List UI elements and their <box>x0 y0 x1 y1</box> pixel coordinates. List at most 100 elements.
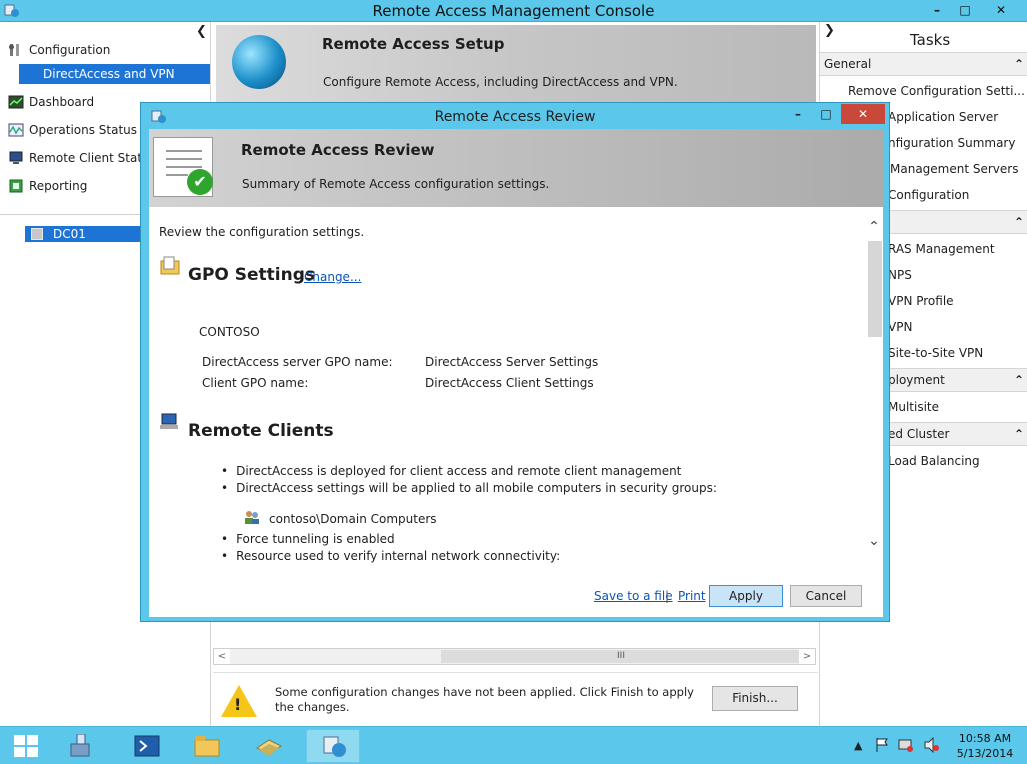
cancel-button[interactable]: Cancel <box>790 585 862 607</box>
save-to-file-link[interactable]: Save to a file <box>594 589 673 603</box>
gpo-row-label: Client GPO name: <box>202 376 309 390</box>
review-content: Review the configuration settings. GPO S… <box>149 207 865 563</box>
security-group-icon <box>245 511 259 524</box>
dialog-title: Remote Access Review <box>434 109 596 125</box>
remote-access-review-dialog: Remote Access Review – □ ✕ ✔ Remote Acce… <box>140 102 890 622</box>
nav-item-remote-client-status[interactable]: Remote Client Status <box>8 148 156 168</box>
nav-item-operations-status[interactable]: Operations Status <box>8 120 137 140</box>
banner-subtitle: Configure Remote Access, including Direc… <box>323 75 678 89</box>
dialog-footer: Save to a file | Print Apply Cancel <box>149 563 883 617</box>
dialog-header-subtitle: Summary of Remote Access configuration s… <box>242 177 550 191</box>
reporting-icon <box>9 179 23 193</box>
banner-title: Remote Access Setup <box>322 35 505 53</box>
checkmark-icon: ✔ <box>187 169 213 195</box>
window-title: Remote Access Management Console <box>372 2 655 20</box>
nav-item-dashboard[interactable]: Dashboard <box>8 92 94 112</box>
apply-button[interactable]: Apply <box>709 585 783 607</box>
task-link[interactable]: RAS Management <box>888 242 995 256</box>
scroll-left-icon[interactable]: < <box>214 649 230 664</box>
collapse-group-icon[interactable]: ⌃ <box>1014 211 1024 233</box>
task-link[interactable]: Load Balancing <box>888 454 980 468</box>
clock-time: 10:58 AM <box>958 732 1012 745</box>
scrollbar-thumb[interactable]: III <box>441 650 801 663</box>
nav-item-configuration[interactable]: Configuration <box>8 40 110 60</box>
task-link[interactable]: NPS <box>888 268 912 282</box>
nav-item-label: DirectAccess and VPN <box>43 67 175 81</box>
task-link[interactable]: Configuration <box>888 188 969 202</box>
clock-date: 5/13/2014 <box>956 747 1014 760</box>
taskbar-tools[interactable] <box>242 729 296 763</box>
nav-item-label: Configuration <box>29 43 111 57</box>
list-item: DirectAccess is deployed for client acce… <box>221 464 681 478</box>
dialog-title-bar: Remote Access Review – □ ✕ <box>141 103 889 129</box>
collapse-group-icon[interactable]: ⌃ <box>1014 369 1024 391</box>
collapse-group-icon[interactable]: ⌃ <box>1014 53 1024 75</box>
tasks-title: Tasks <box>910 31 951 49</box>
task-link[interactable]: Multisite <box>888 400 939 414</box>
remote-clients-icon <box>160 413 178 429</box>
scroll-right-icon[interactable]: > <box>799 649 815 664</box>
task-link[interactable]: VPN <box>888 320 912 334</box>
taskbar-remote-access[interactable] <box>306 729 360 763</box>
remote-client-status-icon <box>9 151 23 164</box>
network-icon[interactable] <box>898 737 914 753</box>
list-item: DirectAccess settings will be applied to… <box>221 481 717 495</box>
finish-button[interactable]: Finish... <box>712 686 798 711</box>
remote-access-icon <box>323 736 346 757</box>
dialog-maximize-button[interactable]: □ <box>813 104 839 124</box>
main-title-bar: Remote Access Management Console – □ ✕ <box>0 0 1027 22</box>
task-link[interactable]: nfiguration Summary <box>888 136 1015 150</box>
task-link[interactable]: Application Server <box>888 110 998 124</box>
task-link[interactable]: Management Servers <box>890 162 1018 176</box>
vertical-scrollbar[interactable]: ⌃ ⌄ <box>865 217 883 563</box>
nav-item-reporting[interactable]: Reporting <box>8 176 87 196</box>
dashboard-icon <box>8 95 24 109</box>
nav-item-label: Reporting <box>29 179 88 193</box>
show-hidden-icons-icon[interactable]: ▲ <box>854 739 862 752</box>
list-item: Force tunneling is enabled <box>221 532 395 546</box>
start-button[interactable] <box>14 735 40 759</box>
action-center-flag-icon[interactable] <box>874 737 890 753</box>
domain-name: CONTOSO <box>199 325 260 339</box>
tasks-group-label: ployment <box>888 373 945 387</box>
dialog-close-button[interactable]: ✕ <box>841 104 885 124</box>
task-link[interactable]: Site-to-Site VPN <box>888 346 983 360</box>
task-link[interactable]: Remove Configuration Setti... <box>848 84 1025 98</box>
windows-logo-icon <box>14 735 25 745</box>
tasks-group-label: General <box>824 57 872 71</box>
taskbar: ▲ 10:58 AM 5/13/2014 <box>0 726 1027 764</box>
volume-muted-icon[interactable] <box>924 737 940 753</box>
taskbar-powershell[interactable] <box>120 729 174 763</box>
gpo-row-label: DirectAccess server GPO name: <box>202 355 393 369</box>
server-manager-icon <box>70 734 90 757</box>
nav-item-label: Operations Status <box>29 123 138 137</box>
dialog-minimize-button[interactable]: – <box>785 104 811 124</box>
server-label: DC01 <box>53 227 86 241</box>
dialog-body: Review the configuration settings. GPO S… <box>149 207 883 617</box>
tasks-group-label: ed Cluster <box>888 427 950 441</box>
scrollbar-thumb[interactable] <box>868 241 882 337</box>
nav-item-directaccess-vpn[interactable]: DirectAccess and VPN <box>19 64 210 84</box>
close-button[interactable]: ✕ <box>978 0 1024 20</box>
tools-icon <box>256 739 282 756</box>
taskbar-file-explorer[interactable] <box>180 729 234 763</box>
collapse-group-icon[interactable]: ⌃ <box>1014 423 1024 445</box>
maximize-button[interactable]: □ <box>952 0 978 20</box>
horizontal-scrollbar[interactable]: < III > <box>213 648 816 665</box>
expand-tasks-icon[interactable]: ❯ <box>824 23 835 38</box>
collapse-nav-icon[interactable]: ❮ <box>196 24 207 39</box>
globe-icon <box>232 35 286 89</box>
task-link[interactable]: VPN Profile <box>888 294 954 308</box>
nav-item-label: Remote Client Status <box>29 151 156 165</box>
scroll-down-icon[interactable]: ⌄ <box>865 533 883 549</box>
list-item: Resource used to verify internal network… <box>221 549 560 563</box>
system-clock[interactable]: 10:58 AM 5/13/2014 <box>950 731 1020 761</box>
scroll-up-icon[interactable]: ⌃ <box>865 219 883 235</box>
taskbar-server-manager[interactable] <box>54 729 108 763</box>
print-link[interactable]: Print <box>678 589 706 603</box>
minimize-button[interactable]: – <box>924 0 950 20</box>
tasks-group-general[interactable]: General ⌃ <box>820 52 1027 76</box>
gpo-row-value: DirectAccess Client Settings <box>425 376 594 390</box>
pending-changes-bar: ! Some configuration changes have not be… <box>213 672 818 726</box>
gpo-change-link[interactable]: Change... <box>304 270 361 284</box>
